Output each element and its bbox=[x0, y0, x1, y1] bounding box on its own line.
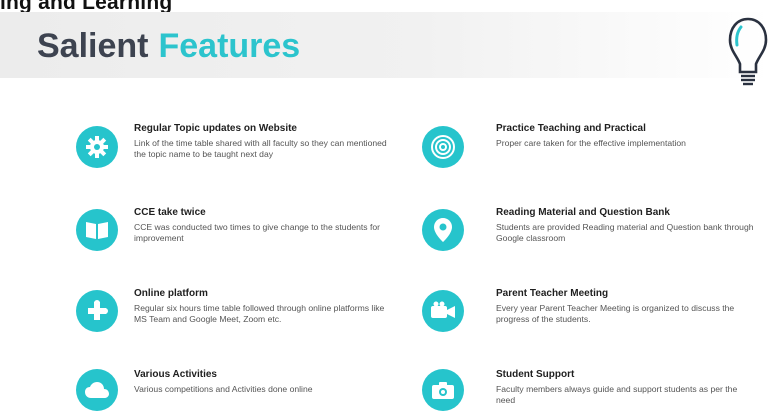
feature-description: CCE was conducted two times to give chan… bbox=[134, 222, 381, 243]
feature-title: Student Support bbox=[496, 369, 575, 380]
feature-cce: CCE take twice CCE was conducted two tim… bbox=[134, 207, 394, 244]
feature-title: Parent Teacher Meeting bbox=[496, 288, 609, 299]
feature-description: Link of the time table shared with all f… bbox=[134, 138, 387, 159]
feature-parent-teacher: Parent Teacher Meeting Every year Parent… bbox=[496, 288, 756, 325]
gear-icon bbox=[76, 126, 118, 168]
feature-title: Online platform bbox=[134, 288, 208, 299]
feature-practice-teaching: Practice Teaching and Practical Proper c… bbox=[496, 123, 756, 149]
title-word-salient: Salient bbox=[37, 27, 149, 65]
feature-title: Reading Material and Question Bank bbox=[496, 207, 670, 218]
feature-title: Practice Teaching and Practical bbox=[496, 123, 646, 134]
feature-description: Proper care taken for the effective impl… bbox=[496, 138, 686, 148]
puzzle-icon bbox=[76, 290, 118, 332]
feature-description: Faculty members always guide and support… bbox=[496, 384, 738, 405]
feature-reading-material: Reading Material and Question Bank Stude… bbox=[496, 207, 756, 244]
feature-online-platform: Online platform Regular six hours time t… bbox=[134, 288, 394, 325]
feature-description: Every year Parent Teacher Meeting is org… bbox=[496, 303, 735, 324]
feature-description: Regular six hours time table followed th… bbox=[134, 303, 385, 324]
feature-title: Various Activities bbox=[134, 369, 217, 380]
video-camera-icon bbox=[422, 290, 464, 332]
feature-title: CCE take twice bbox=[134, 207, 206, 218]
feature-description: Students are provided Reading material a… bbox=[496, 222, 754, 243]
slide-title: Salient Features bbox=[37, 27, 300, 66]
book-icon bbox=[76, 209, 118, 251]
location-pin-icon bbox=[422, 209, 464, 251]
cloud-icon bbox=[76, 369, 118, 411]
title-word-features: Features bbox=[158, 27, 301, 65]
target-icon bbox=[422, 126, 464, 168]
camera-icon bbox=[422, 369, 464, 411]
feature-description: Various competitions and Activities done… bbox=[134, 384, 313, 394]
feature-student-support: Student Support Faculty members always g… bbox=[496, 369, 756, 406]
feature-title: Regular Topic updates on Website bbox=[134, 123, 297, 134]
feature-various-activities: Various Activities Various competitions … bbox=[134, 369, 394, 395]
feature-topic-updates: Regular Topic updates on Website Link of… bbox=[134, 123, 394, 160]
lightbulb-icon bbox=[728, 17, 768, 86]
